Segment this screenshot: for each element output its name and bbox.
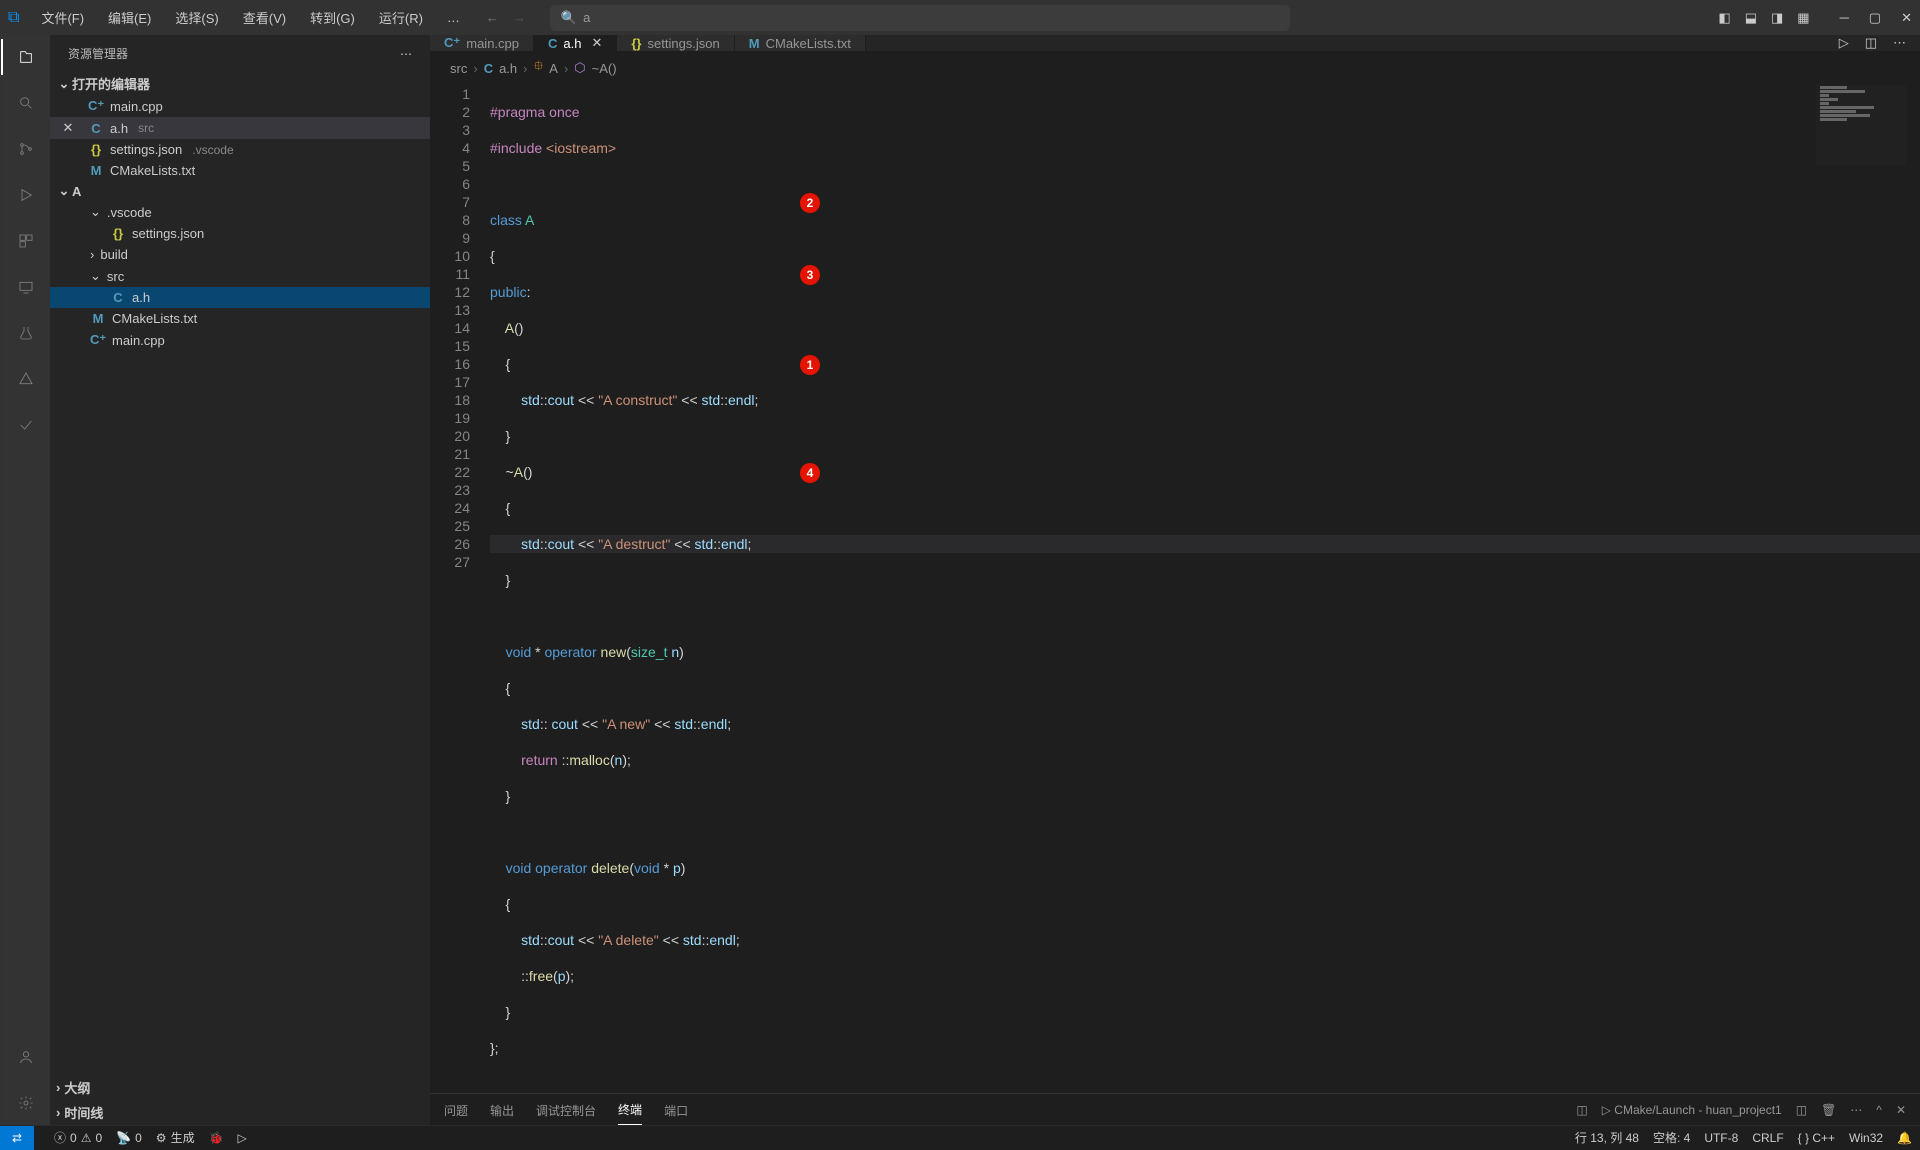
code-editor[interactable]: 1234567891011121314151617181920212223242… bbox=[430, 85, 1920, 1093]
breadcrumb[interactable]: src› Ca.h› ⯐A› ⬡~A() bbox=[430, 51, 1920, 85]
status-encoding[interactable]: UTF-8 bbox=[1704, 1131, 1738, 1145]
open-editor-item[interactable]: {}settings.json.vscode bbox=[50, 139, 430, 160]
panel: 问题 输出 调试控制台 终端 端口 ◫ ▷ CMake/Launch - hua… bbox=[430, 1093, 1920, 1125]
status-debug-icon[interactable]: 🐞 bbox=[209, 1131, 224, 1145]
open-editor-item[interactable]: MCMakeLists.txt bbox=[50, 160, 430, 181]
status-bell-icon[interactable]: 🔔 bbox=[1897, 1131, 1912, 1145]
editor-tab[interactable]: {}settings.json bbox=[617, 35, 734, 51]
tree-item[interactable]: ⌄ src bbox=[50, 265, 430, 287]
other-icon[interactable] bbox=[14, 413, 38, 437]
menu-file[interactable]: 文件(F) bbox=[33, 4, 92, 31]
title-bar: ⧉ 文件(F) 编辑(E) 选择(S) 查看(V) 转到(G) 运行(R) … … bbox=[0, 0, 1920, 35]
search-activity-icon[interactable] bbox=[14, 91, 38, 115]
status-ports[interactable]: 📡 0 bbox=[116, 1131, 142, 1145]
split-icon[interactable]: ◫ bbox=[1865, 35, 1877, 51]
minimize-icon[interactable]: ─ bbox=[1840, 10, 1849, 26]
panel-close-icon[interactable]: ✕ bbox=[1896, 1103, 1906, 1117]
layout-sidebar-left-icon[interactable]: ◧ bbox=[1718, 10, 1730, 26]
close-icon[interactable]: ✕ bbox=[60, 120, 76, 136]
annotation-badge: 2 bbox=[800, 193, 820, 213]
remote-indicator[interactable]: ⇄ bbox=[0, 1126, 34, 1150]
panel-tab-problems[interactable]: 问题 bbox=[444, 1096, 468, 1125]
vscode-icon: ⧉ bbox=[8, 9, 19, 27]
tree-item[interactable]: › build bbox=[50, 244, 430, 265]
annotation-badge: 3 bbox=[800, 265, 820, 285]
more-icon[interactable]: ⋯ bbox=[1893, 35, 1906, 51]
activity-bar bbox=[0, 35, 50, 1125]
menu-edit[interactable]: 编辑(E) bbox=[100, 4, 159, 31]
editor-area: C⁺main.cppCa.h✕{}settings.jsonMCMakeList… bbox=[430, 35, 1920, 1125]
status-spaces[interactable]: 空格: 4 bbox=[1653, 1129, 1690, 1146]
remote-icon[interactable] bbox=[14, 275, 38, 299]
editor-tab[interactable]: MCMakeLists.txt bbox=[735, 35, 866, 51]
scm-icon[interactable] bbox=[14, 137, 38, 161]
status-lang[interactable]: { } C++ bbox=[1798, 1131, 1835, 1145]
status-bar: ⇄ ⓧ 0 ⚠ 0 📡 0 ⚙ 生成 🐞 ▷ 行 13, 列 48 空格: 4 … bbox=[0, 1125, 1920, 1149]
nav-back-icon[interactable]: ← bbox=[486, 10, 499, 25]
tree-item[interactable]: ⌄ .vscode bbox=[50, 201, 430, 223]
panel-tab-debug[interactable]: 调试控制台 bbox=[536, 1096, 596, 1125]
testing-icon[interactable] bbox=[14, 321, 38, 345]
extensions-icon[interactable] bbox=[14, 229, 38, 253]
tab-close-icon[interactable]: ✕ bbox=[591, 35, 602, 51]
status-build[interactable]: ⚙ 生成 bbox=[156, 1129, 195, 1146]
status-position[interactable]: 行 13, 列 48 bbox=[1575, 1129, 1639, 1146]
open-editor-item[interactable]: C⁺main.cpp bbox=[50, 95, 430, 117]
outline-section[interactable]: ›大纲 bbox=[50, 1075, 430, 1100]
layout-panel-icon[interactable]: ⬓ bbox=[1745, 10, 1757, 26]
annotation-badge: 4 bbox=[800, 463, 820, 483]
tree-item[interactable]: MCMakeLists.txt bbox=[50, 308, 430, 329]
layout-sidebar-right-icon[interactable]: ◨ bbox=[1771, 10, 1783, 26]
close-icon[interactable]: ✕ bbox=[1901, 10, 1912, 26]
search-icon: 🔍 bbox=[561, 10, 577, 26]
editor-tabs: C⁺main.cppCa.h✕{}settings.jsonMCMakeList… bbox=[430, 35, 1920, 51]
panel-tab-ports[interactable]: 端口 bbox=[664, 1096, 688, 1125]
search-text: a bbox=[583, 10, 590, 25]
status-run-icon[interactable]: ▷ bbox=[238, 1131, 247, 1145]
panel-tab-output[interactable]: 输出 bbox=[490, 1096, 514, 1125]
menu-more[interactable]: … bbox=[439, 6, 468, 29]
timeline-section[interactable]: ›时间线 bbox=[50, 1100, 430, 1125]
terminal-more-icon[interactable]: ⋯ bbox=[1850, 1103, 1862, 1117]
editor-tab[interactable]: Ca.h✕ bbox=[534, 35, 617, 51]
explorer-icon[interactable] bbox=[14, 45, 38, 69]
sidebar-more-icon[interactable]: ⋯ bbox=[400, 47, 412, 61]
menu-view[interactable]: 查看(V) bbox=[235, 4, 294, 31]
menu-goto[interactable]: 转到(G) bbox=[302, 4, 363, 31]
layout-customize-icon[interactable]: ▦ bbox=[1797, 10, 1809, 26]
status-errors[interactable]: ⓧ 0 ⚠ 0 bbox=[54, 1129, 102, 1146]
open-editor-item[interactable]: ✕Ca.hsrc bbox=[50, 117, 430, 139]
maximize-icon[interactable]: ▢ bbox=[1869, 10, 1881, 26]
status-eol[interactable]: CRLF bbox=[1752, 1131, 1783, 1145]
annotation-badge: 1 bbox=[800, 355, 820, 375]
status-platform[interactable]: Win32 bbox=[1849, 1131, 1883, 1145]
panel-maximize-icon[interactable]: ^ bbox=[1876, 1103, 1882, 1117]
tree-item[interactable]: C⁺main.cpp bbox=[50, 329, 430, 351]
terminal-session-label[interactable]: ▷ CMake/Launch - huan_project1 bbox=[1602, 1103, 1782, 1117]
tree-item[interactable]: {}settings.json bbox=[50, 223, 430, 244]
editor-tab[interactable]: C⁺main.cpp bbox=[430, 35, 534, 51]
open-editors-section[interactable]: ⌄打开的编辑器 bbox=[50, 72, 430, 95]
explorer-sidebar: 资源管理器 ⋯ ⌄打开的编辑器 C⁺main.cpp✕Ca.hsrc{}sett… bbox=[50, 35, 430, 1125]
terminal-new-split-icon[interactable]: ◫ bbox=[1796, 1103, 1807, 1117]
project-section[interactable]: ⌄A bbox=[50, 181, 430, 201]
tree-item[interactable]: Ca.h bbox=[50, 287, 430, 308]
menu-select[interactable]: 选择(S) bbox=[167, 4, 226, 31]
run-debug-icon[interactable] bbox=[14, 183, 38, 207]
command-center[interactable]: 🔍 a bbox=[550, 5, 1290, 31]
menu-run[interactable]: 运行(R) bbox=[371, 4, 431, 31]
minimap[interactable] bbox=[1816, 85, 1906, 165]
terminal-kill-icon[interactable]: 🗑 bbox=[1821, 1103, 1836, 1117]
cmake-icon[interactable] bbox=[14, 367, 38, 391]
sidebar-title: 资源管理器 ⋯ bbox=[50, 35, 430, 72]
panel-tab-terminal[interactable]: 终端 bbox=[618, 1095, 642, 1125]
run-icon[interactable]: ▷ bbox=[1839, 35, 1849, 51]
settings-icon[interactable] bbox=[14, 1091, 38, 1115]
account-icon[interactable] bbox=[14, 1045, 38, 1069]
nav-forward-icon[interactable]: → bbox=[513, 10, 526, 25]
terminal-split-icon[interactable]: ◫ bbox=[1576, 1103, 1587, 1117]
